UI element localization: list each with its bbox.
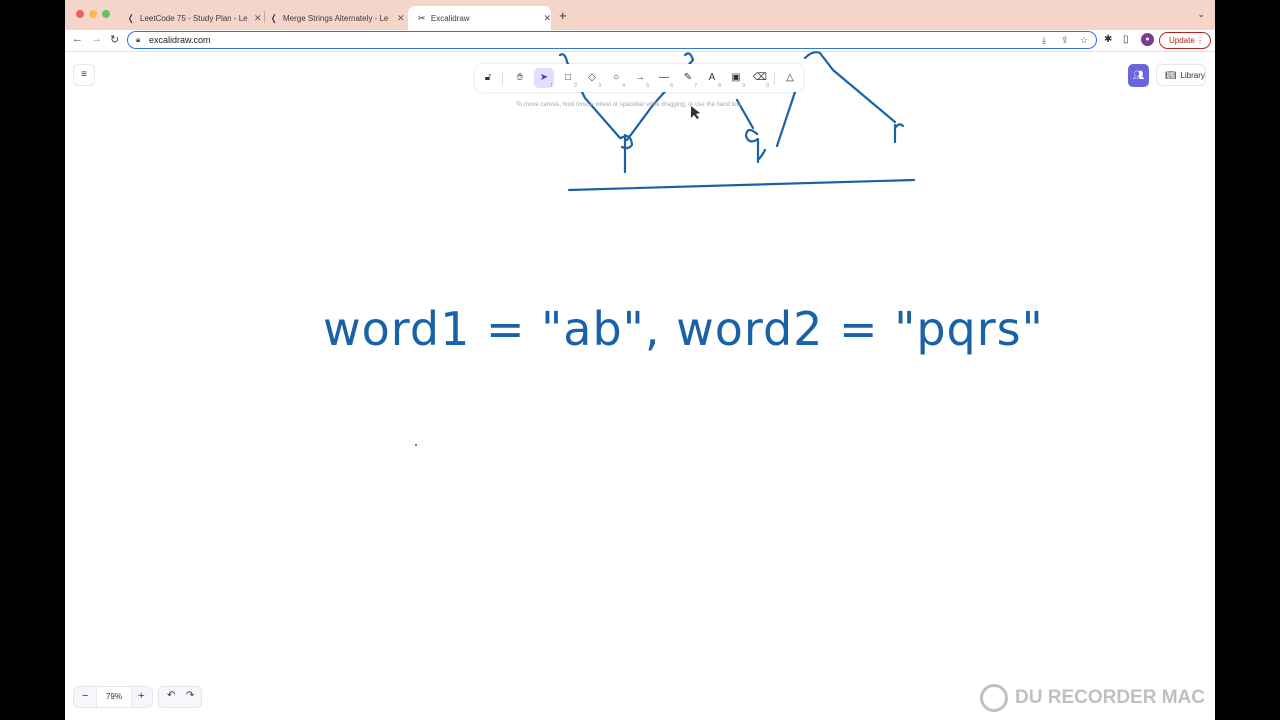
users-icon: 👥︎ (1132, 70, 1145, 80)
zoom-in-button[interactable]: + (138, 690, 144, 702)
pointer-icon: ➤ (539, 72, 549, 83)
shortcut-key: 8 (718, 83, 721, 89)
live-collaboration-button[interactable]: 👥︎ (1128, 64, 1149, 87)
ellipse-icon: ○ (612, 72, 620, 83)
lock-icon: 🔓︎ (484, 72, 492, 83)
zoom-controls: − 79% + (73, 686, 153, 708)
main-menu-button[interactable]: ≡ (73, 64, 95, 86)
tree-stroke-q-right (775, 90, 797, 148)
diamond-icon: ◇ (588, 72, 596, 83)
selection-tool-button[interactable]: ➤ 1 (534, 68, 554, 89)
undo-icon[interactable]: ↶ (167, 690, 175, 701)
lock-tool-button[interactable]: 🔓︎ (478, 68, 498, 88)
shortcut-key: 1 (550, 83, 553, 89)
draw-tool-button[interactable]: ✎ 7 (678, 68, 698, 89)
shortcut-key: 0 (766, 83, 769, 89)
canvas-drawing (415, 51, 916, 446)
rectangle-tool-button[interactable]: □ 2 (558, 68, 578, 89)
rectangle-icon: □ (564, 72, 572, 83)
tree-node-r (893, 123, 905, 144)
screen: ❬ LeetCode 75 - Study Plan - Le ✕ ❬ Merg… (65, 0, 1215, 720)
diamond-tool-button[interactable]: ◇ 3 (582, 68, 602, 89)
toolbar-separator (774, 71, 775, 85)
hand-tool-button[interactable]: ✋︎ (510, 68, 530, 88)
image-tool-button[interactable]: ▣ 9 (726, 68, 746, 89)
image-icon: ▣ (731, 72, 741, 83)
tree-stroke-top (803, 51, 897, 124)
shortcut-key: 3 (598, 83, 601, 89)
library-button[interactable]: 📖︎ Library (1156, 64, 1206, 86)
toolbar-separator (502, 71, 503, 85)
text-icon: A (708, 72, 716, 83)
ellipse-tool-button[interactable]: ○ 4 (606, 68, 626, 89)
recorder-watermark: DU RECORDER MAC (980, 683, 1205, 713)
shortcut-key: 6 (670, 83, 673, 89)
shortcut-key: 2 (574, 83, 577, 89)
history-controls: ↶ ↷ (158, 686, 202, 708)
shortcut-key: 7 (694, 83, 697, 89)
stray-dot (415, 444, 417, 446)
line-icon: — (659, 72, 669, 83)
arrow-icon: → (635, 72, 645, 83)
recorder-logo-icon (980, 684, 1008, 712)
watermark-text: DU RECORDER MAC (1015, 687, 1205, 708)
zoom-level[interactable]: 79% (96, 687, 132, 707)
text-tool-button[interactable]: A8 (702, 68, 722, 89)
redo-icon[interactable]: ↷ (186, 690, 194, 701)
zoom-out-button[interactable]: − (82, 690, 88, 702)
canvas-handwritten-text[interactable]: word1 = "ab", word2 = "pqrs" (323, 302, 1044, 356)
line-tool-button[interactable]: —6 (654, 68, 674, 89)
hamburger-icon: ≡ (81, 69, 87, 80)
shortcut-key: 5 (646, 83, 649, 89)
shapes-icon: △ (786, 72, 794, 83)
shortcut-key: 4 (622, 83, 625, 89)
pencil-icon: ✎ (683, 72, 693, 83)
eraser-icon: ⌫ (752, 72, 768, 83)
shape-toolbar: 🔓︎ ✋︎ ➤ 1 □ 2 ◇ 3 ○ 4 → 5 —6 ✎ 7 A8 ▣ 9 ⌫ 0 △ (475, 64, 803, 92)
underline-stroke (567, 178, 916, 192)
hand-icon: ✋︎ (517, 72, 523, 83)
canvas-hint: To move canvas, hold mouse wheel or spac… (516, 102, 742, 108)
eraser-tool-button[interactable]: ⌫ 0 (750, 68, 770, 89)
arrow-tool-button[interactable]: → 5 (630, 68, 650, 89)
shortcut-key: 9 (742, 83, 745, 89)
extra-tools-button[interactable]: △ (780, 68, 800, 88)
library-label: Library (1180, 71, 1205, 80)
tree-node-q (744, 128, 767, 164)
book-icon: 📖︎ (1165, 70, 1177, 80)
